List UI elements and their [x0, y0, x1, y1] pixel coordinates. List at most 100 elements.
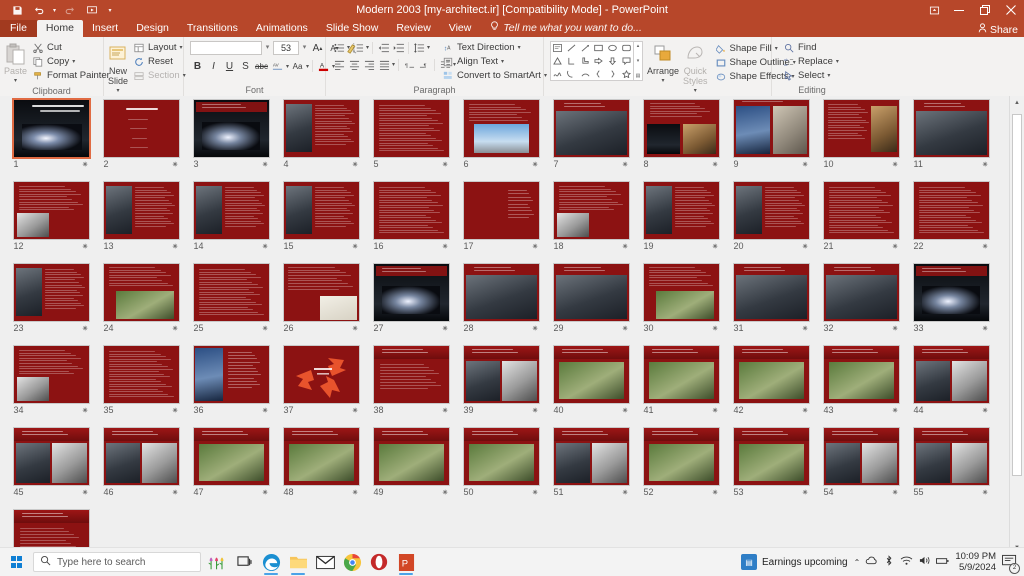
- slide-thumbnail[interactable]: 50 ✷: [456, 428, 546, 510]
- save-icon[interactable]: [6, 1, 28, 19]
- animation-star-icon[interactable]: ✷: [982, 488, 989, 497]
- slide-thumbnail[interactable]: 46 ✷: [96, 428, 186, 510]
- shape-right-arrow-icon[interactable]: [592, 55, 606, 68]
- slide-preview[interactable]: [193, 100, 269, 157]
- slide-thumbnail[interactable]: 19 ✷: [636, 182, 726, 264]
- slide-preview[interactable]: [553, 100, 629, 157]
- animation-star-icon[interactable]: ✷: [172, 406, 179, 415]
- slide-preview[interactable]: [283, 100, 359, 157]
- animation-star-icon[interactable]: ✷: [352, 406, 359, 415]
- strikethrough-button[interactable]: abc: [254, 59, 269, 73]
- animation-star-icon[interactable]: ✷: [82, 242, 89, 251]
- animation-star-icon[interactable]: ✷: [82, 160, 89, 169]
- shapes-gallery-scroll[interactable]: ▴ ▾ ▤: [634, 41, 643, 81]
- new-slide-button[interactable]: New Slide ▾: [108, 41, 128, 96]
- slide-preview[interactable]: [283, 182, 359, 239]
- customize-qat-icon[interactable]: ▾: [103, 1, 117, 19]
- animation-star-icon[interactable]: ✷: [802, 324, 809, 333]
- align-right-icon[interactable]: [362, 58, 376, 71]
- slide-preview[interactable]: [283, 264, 359, 321]
- tray-expand-icon[interactable]: ⌃: [854, 558, 861, 567]
- volume-icon[interactable]: [918, 555, 931, 569]
- slide-preview[interactable]: [283, 428, 359, 485]
- tab-view[interactable]: View: [440, 20, 481, 37]
- shapes-gallery[interactable]: [550, 41, 634, 81]
- slide-thumbnail[interactable]: 20 ✷: [726, 182, 816, 264]
- onedrive-icon[interactable]: [865, 555, 878, 569]
- share-button[interactable]: Share: [978, 23, 1018, 36]
- slide-thumbnail[interactable]: 11 ✷: [906, 100, 996, 182]
- task-view-icon[interactable]: [233, 551, 255, 573]
- slide-thumbnail[interactable]: 18 ✷: [546, 182, 636, 264]
- slide-preview[interactable]: [373, 182, 449, 239]
- tab-review[interactable]: Review: [387, 20, 439, 37]
- wifi-icon[interactable]: [900, 555, 913, 569]
- slide-preview[interactable]: [823, 346, 899, 403]
- shape-down-arrow-icon[interactable]: [606, 55, 620, 68]
- animation-star-icon[interactable]: ✷: [442, 160, 449, 169]
- animation-star-icon[interactable]: ✷: [802, 160, 809, 169]
- animation-star-icon[interactable]: ✷: [532, 488, 539, 497]
- slide-thumbnail[interactable]: 52 ✷: [636, 428, 726, 510]
- slide-preview[interactable]: [643, 346, 719, 403]
- minimize-button[interactable]: [946, 0, 972, 20]
- slide-preview[interactable]: [13, 346, 89, 403]
- character-spacing-dropdown-icon[interactable]: ▾: [286, 63, 289, 70]
- layout-dropdown-icon[interactable]: ▾: [180, 44, 183, 51]
- shape-triangle-icon[interactable]: [551, 55, 565, 68]
- slide-preview[interactable]: [463, 346, 539, 403]
- slide-thumbnail[interactable]: 22 ✷: [906, 182, 996, 264]
- slide-thumbnail[interactable]: 12 ✷: [6, 182, 96, 264]
- notification-center-icon[interactable]: 2: [1002, 554, 1020, 574]
- mail-icon[interactable]: [314, 551, 336, 573]
- shape-left-brace-icon[interactable]: [592, 67, 606, 80]
- redo-icon[interactable]: [59, 1, 81, 19]
- slide-preview[interactable]: [103, 264, 179, 321]
- slide-thumbnail[interactable]: 7 ✷: [546, 100, 636, 182]
- align-text-dropdown-icon[interactable]: ▾: [501, 58, 504, 65]
- animation-star-icon[interactable]: ✷: [532, 324, 539, 333]
- slide-thumbnail[interactable]: 9 ✷: [726, 100, 816, 182]
- arrange-dropdown-icon[interactable]: ▾: [662, 76, 665, 86]
- slide-thumbnail[interactable]: 13 ✷: [96, 182, 186, 264]
- shape-textbox-icon[interactable]: [551, 42, 565, 55]
- animation-star-icon[interactable]: ✷: [712, 160, 719, 169]
- slide-thumbnail[interactable]: 36 ✷: [186, 346, 276, 428]
- change-case-button[interactable]: Aa: [290, 59, 305, 73]
- tab-animations[interactable]: Animations: [247, 20, 317, 37]
- reset-button[interactable]: Reset: [130, 55, 189, 68]
- slide-preview[interactable]: [553, 182, 629, 239]
- animation-star-icon[interactable]: ✷: [712, 488, 719, 497]
- shape-rectangle-icon[interactable]: [592, 42, 606, 55]
- animation-star-icon[interactable]: ✷: [262, 488, 269, 497]
- animation-star-icon[interactable]: ✷: [172, 160, 179, 169]
- animation-star-icon[interactable]: ✷: [892, 324, 899, 333]
- news-widget[interactable]: ▤ Earnings upcoming: [741, 554, 848, 570]
- slide-thumbnail[interactable]: 47 ✷: [186, 428, 276, 510]
- slide-thumbnail[interactable]: 38 ✷: [366, 346, 456, 428]
- scroll-up-icon[interactable]: ▲: [1010, 96, 1024, 110]
- slide-preview[interactable]: [643, 100, 719, 157]
- slide-thumbnail[interactable]: 29 ✷: [546, 264, 636, 346]
- copy-dropdown-icon[interactable]: ▾: [72, 58, 75, 65]
- slide-thumbnail[interactable]: 48 ✷: [276, 428, 366, 510]
- sorter-vertical-scrollbar[interactable]: ▲ ▼: [1009, 96, 1024, 555]
- animation-star-icon[interactable]: ✷: [982, 242, 989, 251]
- character-spacing-icon[interactable]: AV: [270, 59, 285, 73]
- section-button[interactable]: Section ▾: [130, 69, 189, 82]
- align-text-button[interactable]: Align Text ▾: [439, 55, 550, 68]
- decrease-indent-icon[interactable]: [376, 41, 390, 54]
- slide-preview[interactable]: [13, 264, 89, 321]
- slide-preview[interactable]: [733, 428, 809, 485]
- slide-thumbnail[interactable]: 39 ✷: [456, 346, 546, 428]
- slide-preview[interactable]: [13, 100, 89, 157]
- animation-star-icon[interactable]: ✷: [802, 242, 809, 251]
- slide-thumbnail[interactable]: 10 ✷: [816, 100, 906, 182]
- bold-button[interactable]: B: [190, 59, 205, 73]
- gallery-up-icon[interactable]: ▴: [637, 43, 640, 49]
- replace-button[interactable]: ab ac Replace ▾: [780, 55, 842, 68]
- animation-star-icon[interactable]: ✷: [622, 242, 629, 251]
- chrome-icon[interactable]: [341, 551, 363, 573]
- slide-thumbnail[interactable]: 4 ✷: [276, 100, 366, 182]
- quick-styles-button[interactable]: Quick Styles ▾: [683, 41, 708, 96]
